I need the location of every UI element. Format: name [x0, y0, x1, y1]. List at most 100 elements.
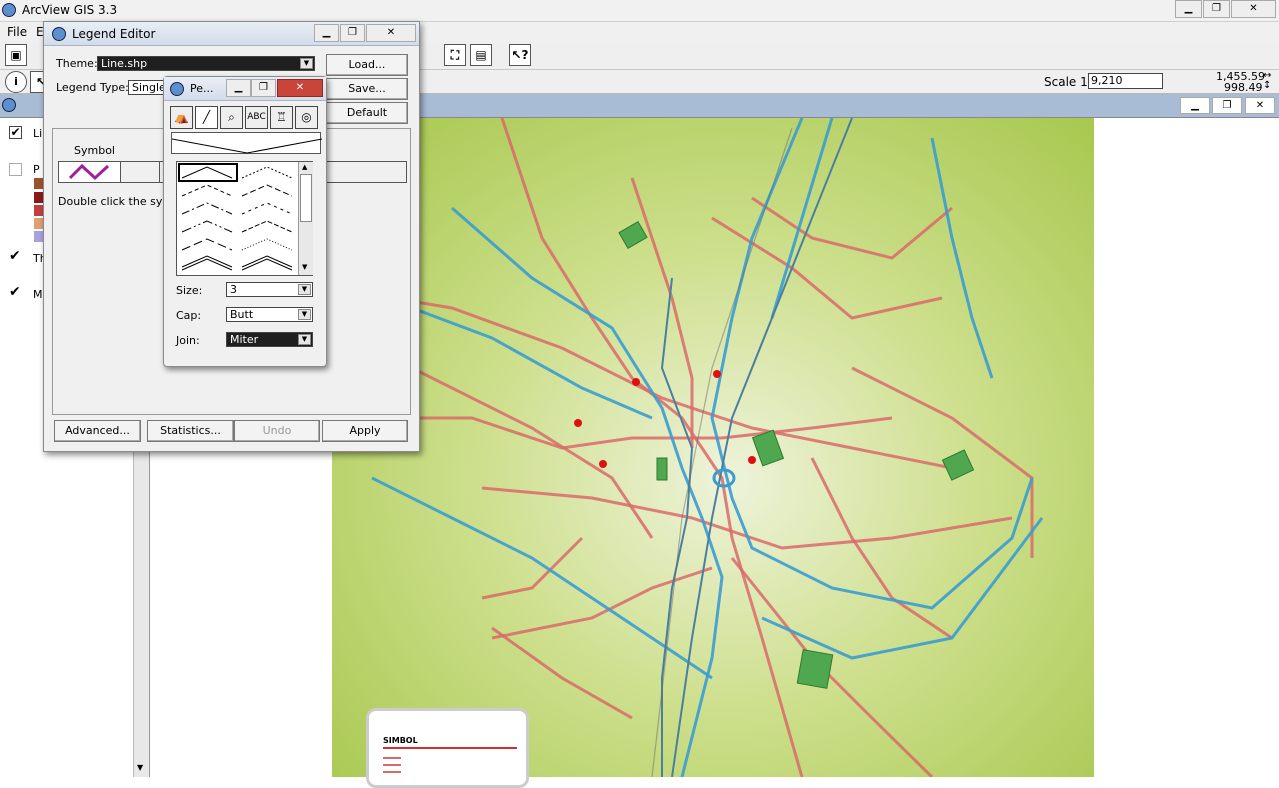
scroll-up-icon[interactable]: ▲ [302, 163, 307, 171]
symbol-cell[interactable] [59, 162, 121, 182]
app-globe-icon [2, 3, 16, 17]
legend-editor-globe-icon [52, 27, 66, 41]
cap-select[interactable]: Butt ▼ [226, 307, 313, 322]
cap-label: Cap: [176, 309, 202, 322]
pen-style-list[interactable]: ▲ ▼ [176, 161, 313, 276]
scale-input[interactable]: 9,210 [1088, 73, 1163, 89]
toc-swatch [34, 205, 43, 216]
pen-style-swatches [178, 163, 293, 271]
join-select[interactable]: Miter ▼ [226, 332, 313, 347]
theme-select[interactable]: Line.shp ▼ [97, 56, 315, 71]
size-value: 3 [230, 283, 237, 296]
view-maximize-button[interactable]: ❐ [1212, 97, 1242, 114]
save-project-button[interactable]: ▣ [5, 44, 27, 66]
minimize-button[interactable]: ▁ [1175, 0, 1202, 18]
pen-palette-titlebar[interactable]: Pe... ▁ ❐ ✕ [164, 77, 326, 101]
legend-type-label: Legend Type: [56, 81, 129, 94]
pen-palette-dialog: Pe... ▁ ❐ ✕ ⛺ ╱ ⌕ ABC ♖ ◎ ▲ ▼ Size: 3 ▼ … [163, 76, 327, 367]
palette-tab-row: ⛺ ╱ ⌕ ABC ♖ ◎ [170, 106, 322, 130]
map-legend-box: SIMBOL [366, 708, 529, 788]
size-select[interactable]: 3 ▼ [226, 282, 313, 297]
pen-preview [171, 132, 322, 154]
coord-y-readout: 998.49 [1224, 81, 1263, 94]
toc-checkbox-line[interactable]: ✔ [9, 126, 22, 139]
theme-label: Theme: [56, 57, 98, 70]
pen-list-scroll-thumb[interactable] [300, 174, 312, 222]
pen-tab-icon[interactable]: ╱ [195, 106, 218, 129]
help-button[interactable]: ↖? [509, 44, 531, 66]
symbol-column-header: Symbol [74, 144, 115, 157]
label-cell[interactable] [159, 162, 160, 182]
instruction-text: Double click the symb [58, 195, 181, 208]
chevron-down-icon[interactable]: ▼ [298, 334, 311, 345]
undo-button[interactable]: Undo [234, 420, 320, 442]
pp-close-button[interactable]: ✕ [277, 79, 323, 97]
pen-palette-title: Pe... [190, 82, 214, 95]
app-titlebar: ArcView GIS 3.3 ▁ ❐ ✕ [0, 0, 1279, 22]
legend-editor-titlebar[interactable]: Legend Editor ▁ ❐ ✕ [44, 22, 419, 46]
chevron-down-icon[interactable]: ▼ [298, 284, 311, 295]
scale-label: Scale 1: [1044, 75, 1092, 89]
join-value: Miter [230, 333, 259, 346]
menu-file[interactable]: File [7, 25, 27, 39]
toc-label-poly[interactable]: P [33, 163, 40, 176]
zoom-full-button[interactable]: ⛶ [444, 44, 466, 66]
close-button[interactable]: ✕ [1231, 0, 1276, 18]
coord-arrows-icon: ↔ ↕ [1263, 70, 1272, 91]
pp-minimize-button[interactable]: ▁ [226, 79, 251, 97]
marker-tab-icon[interactable]: ⌕ [220, 106, 243, 129]
view-minimize-button[interactable]: ▁ [1180, 97, 1210, 114]
color-tab-icon[interactable]: ◎ [295, 106, 318, 129]
map-legend-rule [383, 747, 517, 749]
cap-value: Butt [230, 308, 254, 321]
line-symbol-preview [68, 163, 110, 181]
chevron-down-icon[interactable]: ▼ [298, 309, 311, 320]
map-image: SIMBOL [332, 118, 1094, 788]
identify-button[interactable]: i [5, 71, 27, 93]
size-label: Size: [176, 284, 203, 297]
legend-type-select[interactable]: Single [128, 80, 168, 95]
map-roads-svg [332, 118, 1044, 777]
pen-preview-line [172, 138, 322, 154]
pen-list-scrollbar[interactable]: ▲ ▼ [298, 162, 313, 275]
scroll-down-icon[interactable]: ▼ [302, 263, 307, 271]
font-tab-icon[interactable]: ABC [245, 106, 268, 129]
advanced-button[interactable]: Advanced... [54, 420, 141, 442]
toc-swatch [34, 178, 43, 189]
save-button[interactable]: Save... [326, 78, 408, 100]
toc-check-th[interactable]: ✔ [9, 248, 21, 264]
le-maximize-button[interactable]: ❐ [340, 24, 365, 42]
toc-check-m[interactable]: ✔ [9, 284, 21, 300]
palette-tab-icon[interactable]: ♖ [270, 106, 293, 129]
default-button[interactable]: Default [326, 102, 408, 124]
app-title: ArcView GIS 3.3 [22, 3, 118, 17]
chevron-down-icon[interactable]: ▼ [300, 58, 313, 69]
pp-maximize-button[interactable]: ❐ [251, 79, 276, 97]
pen-palette-globe-icon [170, 82, 184, 96]
toc-swatch [34, 192, 43, 203]
map-legend-line [383, 771, 401, 773]
statistics-button[interactable]: Statistics... [147, 420, 234, 442]
le-close-button[interactable]: ✕ [366, 24, 416, 42]
zoom-layer-button[interactable]: ▤ [470, 44, 492, 66]
legend-editor-title: Legend Editor [72, 27, 156, 41]
view-globe-icon [2, 98, 16, 112]
view-close-button[interactable]: ✕ [1245, 97, 1275, 114]
scroll-down-icon[interactable]: ▼ [137, 763, 143, 772]
toc-checkbox-poly[interactable] [9, 163, 22, 176]
maximize-button[interactable]: ❐ [1203, 0, 1230, 18]
toc-swatch [34, 231, 43, 242]
legend-type-value: Single [132, 81, 166, 94]
toc-label-line[interactable]: Li [33, 127, 42, 140]
toc-swatch [34, 218, 43, 229]
le-minimize-button[interactable]: ▁ [314, 24, 339, 42]
fill-tab-icon[interactable]: ⛺ [170, 106, 193, 129]
theme-value: Line.shp [101, 57, 148, 70]
map-legend-title: SIMBOL [383, 736, 418, 745]
load-button[interactable]: Load... [326, 54, 408, 76]
join-label: Join: [176, 334, 200, 347]
map-legend-line [383, 764, 401, 766]
apply-button[interactable]: Apply [322, 420, 408, 442]
map-legend-line [383, 757, 401, 759]
toc-label-m[interactable]: M [33, 288, 43, 301]
